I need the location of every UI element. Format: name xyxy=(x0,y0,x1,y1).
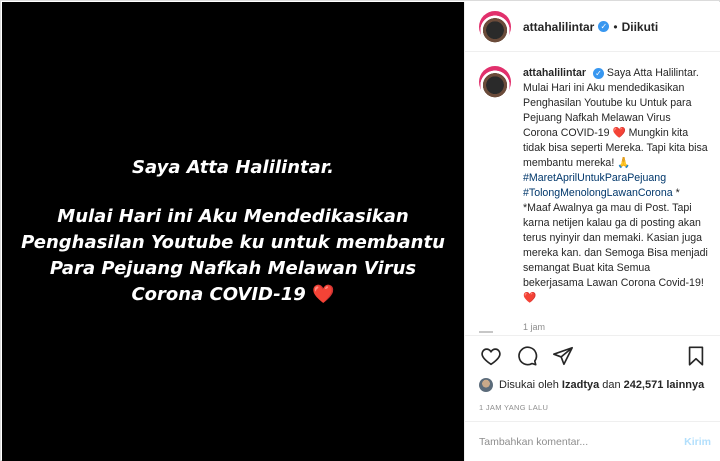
post-comment-button[interactable]: Kirim xyxy=(684,436,711,448)
likes-prefix: Disukai oleh xyxy=(499,379,559,391)
media-line-body-text: Mulai Hari ini Aku Mendedikasikan Pengha… xyxy=(21,205,445,305)
post-media[interactable]: Saya Atta Halilintar. Mulai Hari ini Aku… xyxy=(2,2,464,461)
header-username[interactable]: attahalilintar xyxy=(523,20,594,34)
likes-suffix[interactable]: lainnya xyxy=(666,379,704,391)
save-button[interactable] xyxy=(684,344,708,368)
action-bar xyxy=(465,335,720,375)
caption-avatar[interactable] xyxy=(479,66,511,98)
caption-body: attahalilintar ✓ Saya Atta Halilintar. M… xyxy=(523,66,708,335)
liker-avatar[interactable] xyxy=(479,378,493,392)
like-button[interactable] xyxy=(479,344,503,368)
caption-area[interactable]: attahalilintar ✓ Saya Atta Halilintar. M… xyxy=(465,52,720,335)
likes-and: dan xyxy=(602,379,621,391)
caption-username[interactable]: attahalilintar xyxy=(523,67,586,79)
comment-button[interactable] xyxy=(515,344,539,368)
heart-emoji-icon: ❤️ xyxy=(312,283,335,305)
post-dialog: Saya Atta Halilintar. Mulai Hari ini Aku… xyxy=(0,0,720,461)
comment-input[interactable] xyxy=(479,435,685,448)
heart-icon xyxy=(481,347,501,365)
caption-asterisk: * xyxy=(675,187,680,199)
post-sidebar: attahalilintar ✓ • Diikuti attahalilinta… xyxy=(464,2,720,461)
media-line-body: Mulai Hari ini Aku Mendedikasikan Pengha… xyxy=(13,204,453,308)
caption-heart-emoji-icon: ❤️ xyxy=(612,127,626,139)
share-button[interactable] xyxy=(551,344,575,368)
liker-username[interactable]: Izadtya xyxy=(562,379,599,391)
hashtag-link[interactable]: #TolongMenolongLawanCorona xyxy=(523,187,673,199)
likes-count[interactable]: 242,571 xyxy=(624,379,664,391)
caption-time[interactable]: 1 jam xyxy=(523,320,708,335)
following-button[interactable]: Diikuti xyxy=(622,20,659,34)
caption: attahalilintar ✓ Saya Atta Halilintar. M… xyxy=(479,66,708,335)
bookmark-icon xyxy=(688,345,704,366)
separator-dot: • xyxy=(613,19,618,34)
comment-bar: Kirim xyxy=(465,421,720,461)
caption-verified-badge-icon: ✓ xyxy=(592,68,604,79)
share-icon xyxy=(553,346,573,365)
media-caption-text: Saya Atta Halilintar. Mulai Hari ini Aku… xyxy=(13,156,453,308)
caption-heart-emoji-icon-2: ❤️ xyxy=(523,292,537,304)
hashtag-link[interactable]: #MaretAprilUntukParaPejuang xyxy=(523,172,666,184)
likes-summary: Disukai oleh Izadtya dan 242,571 lainnya xyxy=(465,375,720,395)
profile-avatar[interactable] xyxy=(479,10,511,43)
post-timestamp[interactable]: 1 JAM YANG LALU xyxy=(465,395,720,421)
media-line-title: Saya Atta Halilintar. xyxy=(132,156,334,178)
post-header: attahalilintar ✓ • Diikuti xyxy=(465,2,720,52)
verified-badge-icon: ✓ xyxy=(598,21,610,32)
caption-text-3: *Maaf Awalnya ga mau di Post. Tapi karna… xyxy=(523,202,708,289)
scroll-indicator xyxy=(479,331,493,335)
comment-icon xyxy=(518,345,538,366)
pray-emoji-icon: 🙏 xyxy=(617,157,631,169)
